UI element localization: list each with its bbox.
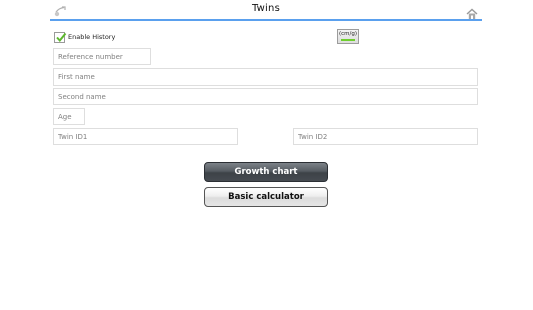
- twin-id1-input[interactable]: [53, 128, 238, 145]
- reference-number-input[interactable]: [53, 48, 151, 65]
- home-icon[interactable]: [466, 5, 478, 19]
- header-divider: [50, 19, 482, 21]
- first-name-input[interactable]: [53, 68, 478, 86]
- unit-indicator: [341, 39, 355, 41]
- enable-history-toggle[interactable]: Enable History: [54, 31, 115, 43]
- growth-chart-button[interactable]: Growth chart: [204, 162, 328, 182]
- unit-label: (cm/g): [338, 31, 358, 37]
- header-bar: Twins: [50, 0, 482, 21]
- age-input[interactable]: [53, 108, 85, 125]
- history-checkbox[interactable]: [54, 31, 67, 43]
- second-name-input[interactable]: [53, 88, 478, 105]
- checkmark-icon: [56, 32, 67, 42]
- history-label: Enable History: [68, 33, 116, 41]
- unit-toggle-button[interactable]: (cm/g): [337, 29, 359, 44]
- page-title: Twins: [252, 3, 280, 14]
- twin-id2-input[interactable]: [293, 128, 478, 145]
- basic-calculator-button[interactable]: Basic calculator: [204, 187, 328, 207]
